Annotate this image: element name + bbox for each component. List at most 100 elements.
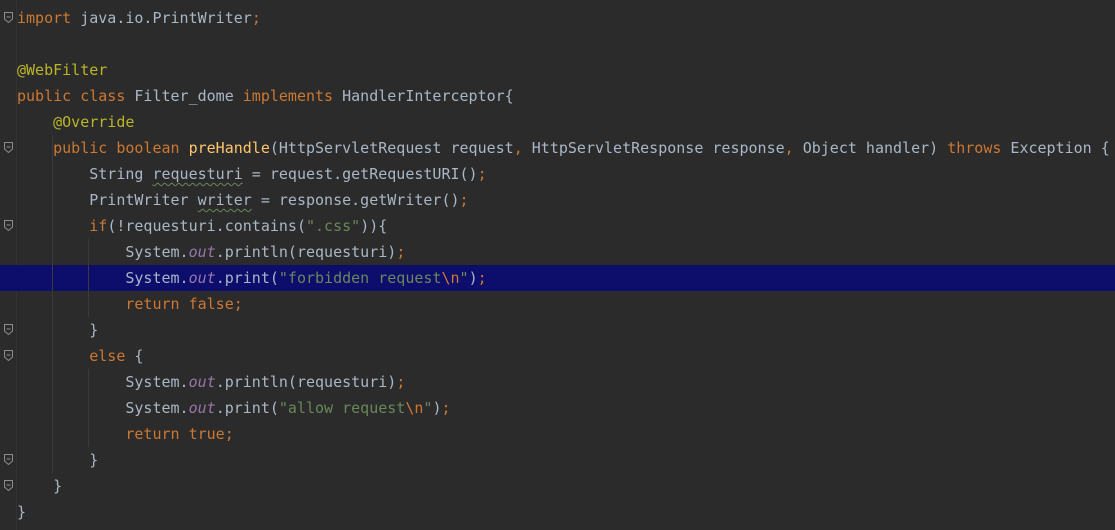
code-line[interactable]: System.out.println(requesturi);: [0, 369, 1115, 395]
indent-guide: [88, 369, 89, 447]
code-token: PrintWriter: [17, 191, 198, 209]
code-token: (HttpServletRequest request: [269, 139, 514, 157]
code-token: {: [378, 217, 388, 235]
code-token: import: [17, 9, 72, 27]
code-token: return true;: [125, 425, 234, 443]
code-text: }: [17, 473, 62, 499]
code-token: \n: [405, 399, 424, 417]
code-token: Object handler): [793, 139, 948, 157]
code-token: ): [468, 269, 478, 287]
code-token: = request.getRequestURI(): [242, 165, 478, 183]
code-line[interactable]: import java.io.PrintWriter;: [0, 5, 1115, 31]
code-token: out: [188, 399, 216, 417]
indent-guide: [52, 135, 53, 473]
code-token: "forbidden request: [278, 269, 442, 287]
code-token: Exception {: [1001, 139, 1110, 157]
code-token: .println(requesturi): [215, 243, 397, 261]
code-token: throws: [947, 139, 1002, 157]
code-line[interactable]: [0, 31, 1115, 57]
code-token: \n: [441, 269, 460, 287]
code-text: PrintWriter writer = response.getWriter(…: [17, 187, 469, 213]
code-token: @Override: [17, 113, 135, 131]
code-token: requesturi: [152, 165, 243, 183]
code-line[interactable]: }: [0, 473, 1115, 499]
code-text: else {: [17, 343, 143, 369]
code-token: System.: [17, 373, 189, 391]
fold-marker-icon[interactable]: [4, 324, 13, 335]
code-text: return true;: [17, 421, 234, 447]
code-line[interactable]: else {: [0, 343, 1115, 369]
code-token: .print(: [215, 399, 279, 417]
code-token: ".css": [306, 217, 361, 235]
code-token: }: [17, 451, 99, 469]
code-line[interactable]: String requesturi = request.getRequestUR…: [0, 161, 1115, 187]
code-text: }: [17, 499, 26, 525]
code-line[interactable]: }: [0, 499, 1115, 525]
code-text: }: [17, 317, 98, 343]
code-token: ,: [784, 139, 794, 157]
code-text: import java.io.PrintWriter;: [17, 5, 261, 31]
code-text: String requesturi = request.getRequestUR…: [17, 161, 487, 187]
code-line[interactable]: if(!requesturi.contains(".css")){: [0, 213, 1115, 239]
code-line[interactable]: public class Filter_dome implements Hand…: [0, 83, 1115, 109]
code-token: }: [17, 477, 63, 495]
fold-marker-icon[interactable]: [4, 220, 13, 231]
code-line[interactable]: }: [0, 317, 1115, 343]
code-line[interactable]: System.out.print("forbidden request\n");: [0, 265, 1115, 291]
code-line[interactable]: }: [0, 447, 1115, 473]
code-token: @WebFilter: [17, 61, 108, 79]
fold-marker-icon[interactable]: [4, 142, 13, 153]
code-text: return false;: [17, 291, 242, 317]
code-line[interactable]: public boolean preHandle(HttpServletRequ…: [0, 135, 1115, 161]
code-token: ;: [459, 191, 469, 209]
code-token: ;: [396, 373, 406, 391]
code-text: @WebFilter: [17, 57, 107, 83]
code-token: else: [89, 347, 126, 365]
code-line[interactable]: return false;: [0, 291, 1115, 317]
code-token: ;: [477, 165, 487, 183]
code-token: preHandle: [188, 139, 270, 157]
code-token: }: [17, 321, 99, 339]
code-line[interactable]: @WebFilter: [0, 57, 1115, 83]
code-text: if(!requesturi.contains(".css")){: [17, 213, 387, 239]
code-token: (!requesturi.contains(: [107, 217, 306, 235]
code-token: String: [17, 165, 153, 183]
indent-guide: [88, 239, 89, 317]
code-text: public boolean preHandle(HttpServletRequ…: [17, 135, 1110, 161]
code-token: out: [188, 269, 216, 287]
code-token: ": [459, 269, 469, 287]
code-token: public class: [17, 87, 126, 105]
code-token: System.: [17, 269, 189, 287]
code-line[interactable]: System.out.println(requesturi);: [0, 239, 1115, 265]
code-token: Filter_dome: [125, 87, 243, 105]
code-token: HandlerInterceptor{: [333, 87, 514, 105]
code-token: ;: [396, 243, 406, 261]
code-line[interactable]: System.out.print("allow request\n");: [0, 395, 1115, 421]
code-line[interactable]: @Override: [0, 109, 1115, 135]
fold-marker-icon[interactable]: [4, 350, 13, 361]
code-token: .print(: [215, 269, 279, 287]
fold-marker-icon[interactable]: [4, 12, 13, 23]
code-text: public class Filter_dome implements Hand…: [17, 83, 514, 109]
code-line[interactable]: return true;: [0, 421, 1115, 447]
code-token: out: [188, 373, 216, 391]
code-token: writer: [197, 191, 252, 209]
code-token: System.: [17, 399, 189, 417]
code-text: System.out.print("allow request\n");: [17, 395, 450, 421]
code-token: System.: [17, 243, 189, 261]
code-token: .println(requesturi): [215, 373, 397, 391]
code-text: System.out.println(requesturi);: [17, 369, 405, 395]
fold-marker-icon[interactable]: [4, 480, 13, 491]
code-line[interactable]: PrintWriter writer = response.getWriter(…: [0, 187, 1115, 213]
code-token: ;: [251, 9, 261, 27]
code-editor[interactable]: import java.io.PrintWriter; @WebFilter pub…: [0, 0, 1115, 530]
fold-marker-icon[interactable]: [4, 454, 13, 465]
code-text: @Override: [17, 109, 134, 135]
code-token: java.io.PrintWriter: [71, 9, 252, 27]
code-token: public boolean: [53, 139, 180, 157]
code-token: {: [125, 347, 144, 365]
code-token: = response.getWriter(): [251, 191, 460, 209]
